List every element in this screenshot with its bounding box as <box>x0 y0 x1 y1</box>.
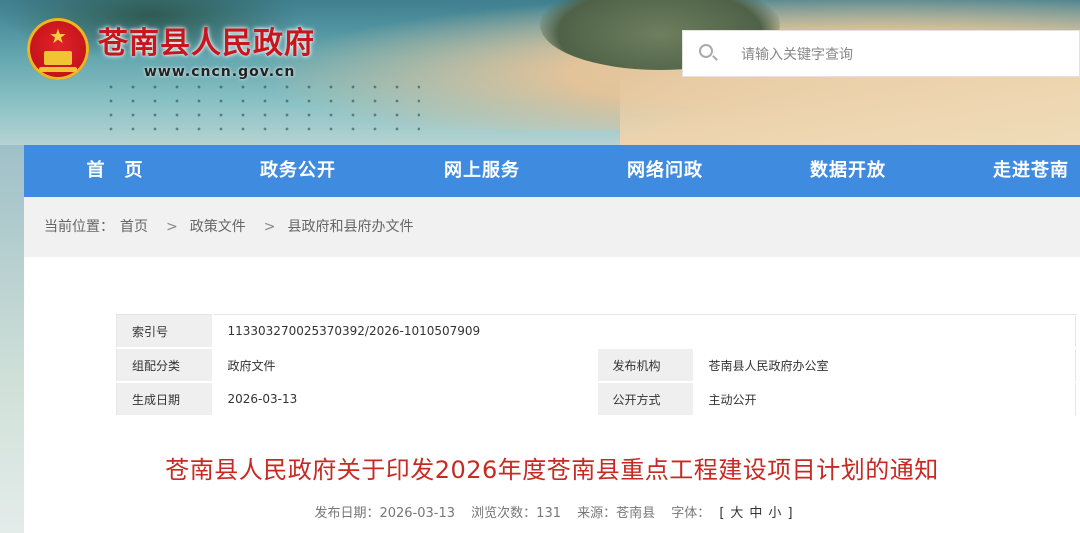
breadcrumb: 当前位置： 首页 > 政策文件 > 县政府和县府办文件 <box>44 197 419 257</box>
nav-item-online-inquiry[interactable]: 网络问政 <box>603 145 727 197</box>
meta-date-value: 2026-03-13 <box>211 382 598 417</box>
breadcrumb-separator: > <box>166 219 178 235</box>
breadcrumb-home[interactable]: 首页 <box>120 219 148 235</box>
breadcrumb-county-docs[interactable]: 县政府和县府办文件 <box>287 219 413 235</box>
banner-shore <box>620 70 1080 145</box>
meta-row-index: 索引号 113303270025370392/2026-1010507909 <box>116 314 1076 349</box>
search-input[interactable] <box>739 40 1063 70</box>
breadcrumb-prefix: 当前位置： <box>44 219 114 235</box>
breadcrumb-separator: > <box>263 219 276 235</box>
font-size-label: 字体： <box>671 506 711 521</box>
document-info-bar: 发布日期：2026-03-13 浏览次数：131 来源：苍南县 字体： [ 大中小] <box>24 502 1080 521</box>
breadcrumb-policy-docs[interactable]: 政策文件 <box>190 219 246 235</box>
banner-boats <box>100 80 420 135</box>
font-size-small-button[interactable]: 小 <box>768 506 781 521</box>
main-nav: 首 页 政务公开 网上服务 网络问政 数据开放 走进苍南 <box>24 145 1080 197</box>
site-url: www.cncn.gov.cn <box>144 64 296 80</box>
nav-item-gov-affairs[interactable]: 政务公开 <box>236 145 360 197</box>
breadcrumb-bar: 当前位置： 首页 > 政策文件 > 县政府和县府办文件 <box>24 197 1080 257</box>
background-edge <box>0 145 24 533</box>
site-title[interactable]: 苍南县人民政府 <box>98 18 315 62</box>
font-size-bracket-close: ] <box>787 506 793 521</box>
meta-publisher-label: 发布机构 <box>597 348 694 383</box>
emblem-base <box>39 67 77 72</box>
meta-index-value: 113303270025370392/2026-1010507909 <box>211 314 1076 349</box>
font-size-bracket-open: [ <box>719 506 725 521</box>
meta-category-label: 组配分类 <box>116 348 213 383</box>
meta-publisher-value: 苍南县人民政府办公室 <box>692 348 1076 383</box>
document-title: 苍南县人民政府关于印发2026年度苍南县重点工程建设项目计划的通知 <box>165 456 939 484</box>
meta-row-date: 生成日期 2026-03-13 公开方式 主动公开 <box>116 382 1076 417</box>
document-source: 来源：苍南县 <box>577 506 656 521</box>
emblem-gate <box>44 51 72 65</box>
nav-item-home[interactable]: 首 页 <box>52 145 178 197</box>
document-meta-table: 索引号 113303270025370392/2026-1010507909 组… <box>116 314 1076 417</box>
meta-category-value: 政府文件 <box>211 348 598 383</box>
emblem-star-icon: ★ <box>49 24 67 48</box>
nav-item-open-data[interactable]: 数据开放 <box>786 145 910 197</box>
search-box[interactable] <box>682 30 1080 77</box>
meta-method-label: 公开方式 <box>597 382 694 417</box>
view-count: 浏览次数：131 <box>471 506 561 521</box>
font-size-large-button[interactable]: 大 <box>730 506 743 521</box>
nav-item-online-services[interactable]: 网上服务 <box>420 145 544 197</box>
meta-index-label: 索引号 <box>116 314 213 349</box>
font-size-medium-button[interactable]: 中 <box>749 506 762 521</box>
meta-date-label: 生成日期 <box>116 382 213 417</box>
publish-date: 发布日期：2026-03-13 <box>314 506 456 521</box>
meta-row-category: 组配分类 政府文件 发布机构 苍南县人民政府办公室 <box>116 348 1076 383</box>
national-emblem-logo[interactable]: ★ <box>27 18 89 80</box>
search-icon[interactable] <box>699 44 713 58</box>
meta-method-value: 主动公开 <box>692 382 1076 417</box>
nav-item-about-cangnan[interactable]: 走进苍南 <box>969 145 1080 197</box>
